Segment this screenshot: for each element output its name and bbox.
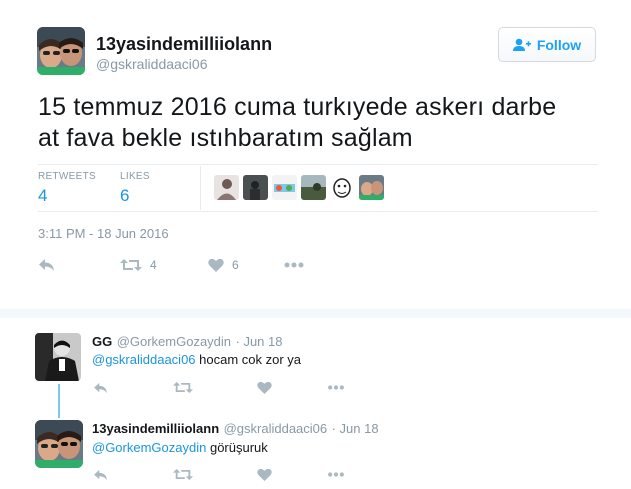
like-button[interactable]: 6 — [208, 258, 284, 272]
heart-icon — [257, 468, 272, 481]
likes-stat[interactable]: LIKES 6 — [120, 171, 150, 206]
follow-label: Follow — [536, 36, 582, 53]
reply-body: görüşuruk — [206, 440, 268, 455]
reply-avatar[interactable] — [35, 420, 83, 468]
tweet-text-line-2: at fava bekle ıstıhbaratım sağlam — [38, 124, 413, 152]
more-button[interactable] — [327, 472, 345, 477]
reply-header: GG @GorkemGozaydin · Jun 18 — [92, 333, 282, 351]
reply-mention[interactable]: @GorkemGozaydin — [92, 440, 206, 455]
divider-bottom — [38, 211, 598, 212]
retweet-icon — [120, 259, 142, 271]
reply-button[interactable] — [93, 469, 173, 481]
retweet-icon — [173, 382, 193, 393]
divider-top — [38, 164, 598, 165]
reply-actions — [93, 381, 345, 394]
reply-button[interactable] — [38, 258, 120, 272]
reply-handle[interactable]: @GorkemGozaydin — [117, 334, 231, 349]
stats-separator — [200, 166, 201, 210]
reply-text: @gskraliddaaci06 hocam cok zor ya — [92, 352, 301, 367]
liker-avatar[interactable] — [272, 175, 297, 200]
follow-button[interactable]: Follow — [498, 27, 596, 62]
heart-icon — [208, 258, 224, 272]
liker-avatar[interactable] — [301, 175, 326, 200]
retweet-icon — [173, 469, 193, 480]
thread-connector — [58, 384, 60, 418]
author-handle[interactable]: @gskraliddaaci06 — [96, 56, 208, 72]
like-count: 6 — [232, 258, 239, 272]
like-button[interactable] — [257, 468, 327, 481]
more-button[interactable] — [284, 262, 304, 268]
reply-icon — [94, 469, 107, 480]
author-display-name[interactable]: 13yasindemilliiolann — [96, 34, 272, 55]
reply-header: 13yasindemilliiolann @gskraliddaaci06 · … — [92, 420, 379, 438]
tweet-timestamp[interactable]: 3:11 PM - 18 Jun 2016 — [38, 226, 169, 241]
heart-icon — [257, 381, 272, 394]
author-avatar[interactable] — [37, 27, 85, 75]
likes-label: LIKES — [120, 171, 150, 182]
reply-mention[interactable]: @gskraliddaaci06 — [92, 352, 196, 367]
tweet-actions: 4 6 — [38, 258, 304, 272]
reply-date[interactable]: · Jun 18 — [236, 334, 283, 349]
liker-avatar[interactable] — [243, 175, 268, 200]
retweets-stat[interactable]: RETWEETS 4 — [38, 171, 96, 206]
tweet-text: 15 temmuz 2016 cuma turkıyede askerı dar… — [38, 92, 598, 154]
reply-text: @GorkemGozaydin görüşuruk — [92, 440, 268, 455]
retweet-button[interactable] — [173, 381, 257, 394]
reply-display-name[interactable]: GG — [92, 334, 112, 349]
likes-count: 6 — [120, 186, 130, 205]
more-button[interactable] — [327, 385, 345, 390]
reply-body: hocam cok zor ya — [195, 352, 302, 367]
retweet-button[interactable]: 4 — [120, 258, 208, 272]
reply-avatar[interactable] — [35, 333, 81, 381]
reply-icon — [39, 259, 54, 271]
more-icon — [328, 472, 344, 477]
liker-avatar[interactable] — [359, 175, 384, 200]
more-icon — [284, 262, 304, 268]
retweet-count: 4 — [150, 258, 157, 272]
retweets-label: RETWEETS — [38, 171, 96, 182]
more-icon — [328, 385, 344, 390]
reply-display-name[interactable]: 13yasindemilliiolann — [92, 421, 219, 436]
like-button[interactable] — [257, 381, 327, 394]
reply-actions — [93, 468, 345, 481]
reply-handle[interactable]: @gskraliddaaci06 — [224, 421, 328, 436]
liker-avatar[interactable] — [330, 175, 355, 200]
likers-list — [214, 175, 384, 200]
retweets-count: 4 — [38, 186, 48, 205]
tweet-text-line-1: 15 temmuz 2016 cuma turkıyede askerı dar… — [38, 93, 557, 121]
retweet-button[interactable] — [173, 468, 257, 481]
liker-avatar[interactable] — [214, 175, 239, 200]
reply-button[interactable] — [93, 382, 173, 394]
add-user-icon — [512, 38, 531, 51]
reply-date[interactable]: · Jun 18 — [332, 421, 379, 436]
reply-icon — [94, 382, 107, 393]
